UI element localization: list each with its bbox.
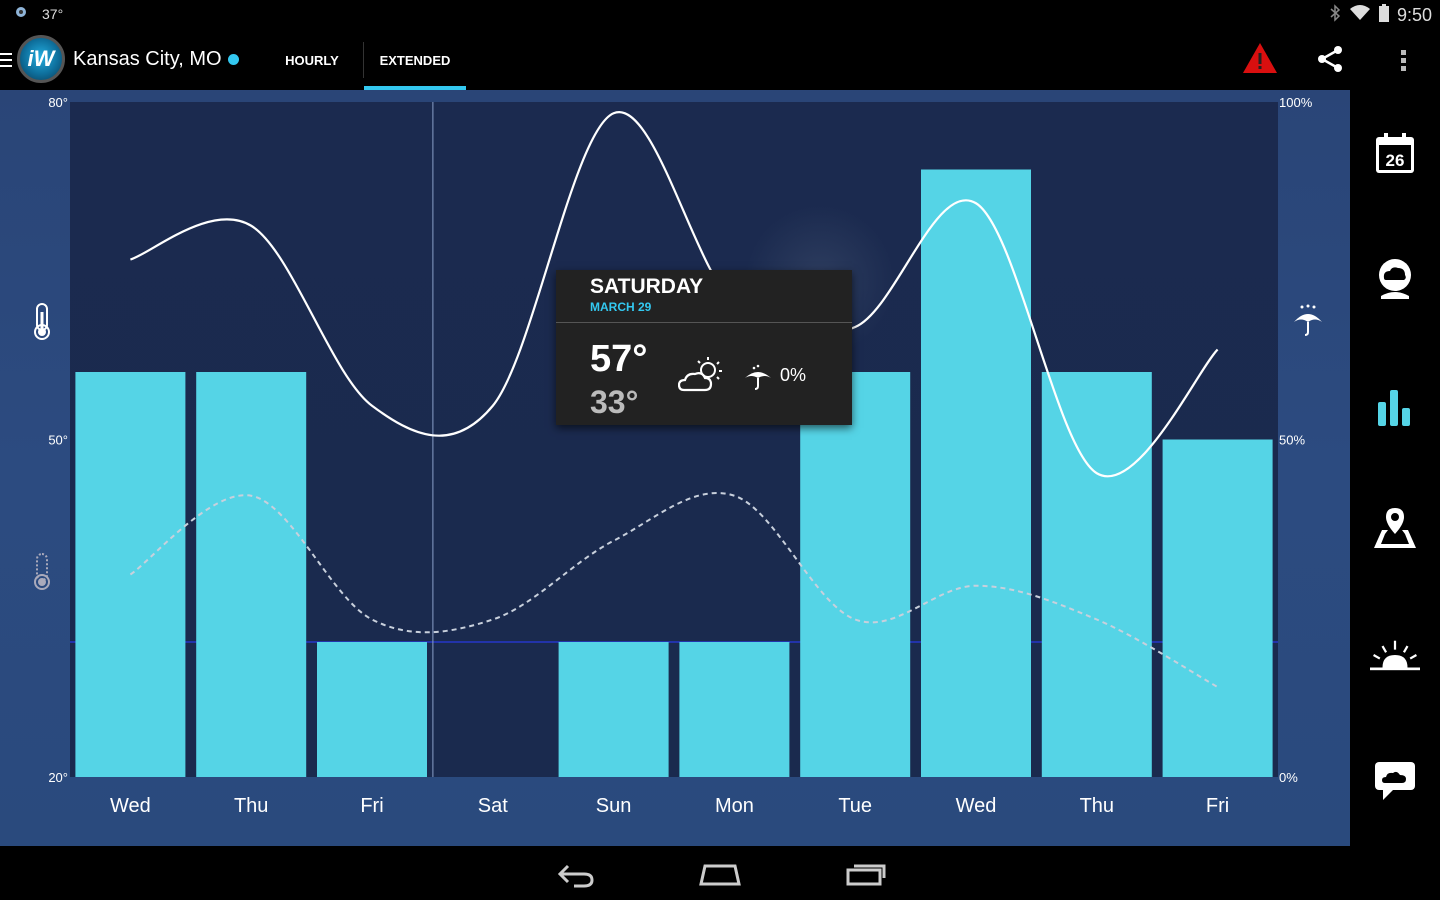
home-icon (699, 864, 741, 886)
popup-precip: 0% (780, 365, 807, 385)
day-label[interactable]: Thu (234, 795, 268, 817)
chat-cloud-icon (1375, 762, 1415, 800)
low-temp-thermometer-icon (34, 553, 50, 590)
feedback-button[interactable] (1370, 755, 1420, 805)
graph-button[interactable] (1370, 382, 1420, 432)
high-temp-thermometer-icon (34, 303, 50, 340)
location-status-dot (227, 54, 239, 65)
map-button[interactable] (1370, 503, 1420, 553)
tab-hourly[interactable]: HOURLY (262, 30, 362, 90)
day-label[interactable]: Tue (838, 795, 872, 817)
precip-bar[interactable] (679, 642, 790, 777)
precip-icon (744, 364, 772, 395)
precip-bar[interactable] (1041, 372, 1152, 777)
day-label[interactable]: Thu (1080, 795, 1114, 817)
overflow-menu-icon[interactable] (1397, 46, 1409, 74)
precip-axis-label: 100% (1279, 95, 1313, 110)
weather-globe-button[interactable] (1370, 253, 1420, 303)
back-icon (557, 864, 594, 888)
status-bar: 37° 9:50 (0, 0, 1440, 30)
chart-svg: 80° 50° 20° 100% 50% 0% Wed Thu Fri Sat Sun Mon Tue… (34, 95, 1322, 817)
tab-extended-label: EXTENDED (379, 52, 451, 68)
menu-icon[interactable] (0, 53, 12, 67)
system-nav-bar (0, 846, 1440, 900)
day-label[interactable]: Fri (360, 795, 383, 817)
precip-bar[interactable] (800, 372, 911, 777)
popup-header: SATURDAY MARCH 29 (556, 270, 852, 323)
map-icon (1374, 508, 1416, 548)
share-icon[interactable] (1316, 44, 1346, 74)
recents-icon (846, 864, 886, 886)
calendar-day: 26 (1386, 151, 1405, 170)
weather-notification-icon (14, 5, 28, 22)
day-label[interactable]: Sat (478, 795, 508, 817)
day-label[interactable]: Wed (956, 795, 997, 817)
status-time: 9:50 (1396, 5, 1432, 25)
sunrise-button[interactable] (1370, 630, 1420, 680)
wifi-icon (1349, 4, 1371, 27)
calendar-button[interactable]: 26 (1370, 128, 1420, 178)
side-nav: 26 (1350, 90, 1440, 846)
precip-bar[interactable] (921, 169, 1031, 778)
day-label[interactable]: Mon (715, 795, 754, 817)
partly-cloudy-icon (677, 356, 726, 399)
weather-globe-icon (1379, 259, 1411, 299)
calendar-icon: 26 (1376, 133, 1414, 173)
app-bar: iW Kansas City, MO HOURLY EXTENDED (0, 30, 1440, 92)
day-detail-popup[interactable]: SATURDAY MARCH 29 57° 33° 0% (556, 270, 852, 425)
popup-high-temp: 57° (590, 338, 648, 380)
location-name: Kansas City, MO (73, 48, 222, 70)
extended-forecast-chart[interactable]: 80° 50° 20° 100% 50% 0% Wed Thu Fri Sat Sun Mon Tue… (0, 90, 1350, 846)
popup-low-temp: 33° (590, 384, 639, 420)
location-selector[interactable]: Kansas City, MO (73, 48, 239, 71)
sunrise-icon (1370, 640, 1420, 671)
precip-bar[interactable] (558, 642, 669, 777)
precip-axis-label: 0% (1279, 770, 1298, 785)
day-label[interactable]: Fri (1206, 795, 1229, 817)
app-logo-text: iW (27, 46, 55, 71)
tab-hourly-label: HOURLY (285, 52, 339, 68)
day-label[interactable]: Sun (596, 795, 632, 817)
precip-axis-label: 50% (1279, 433, 1305, 448)
popup-date: MARCH 29 (590, 300, 652, 314)
precip-bar[interactable] (196, 372, 307, 777)
day-label[interactable]: Wed (110, 795, 151, 817)
temp-axis-label: 80° (48, 95, 68, 110)
battery-icon (1378, 4, 1389, 27)
precip-bar[interactable] (317, 642, 427, 777)
bluetooth-icon (1329, 4, 1341, 27)
tab-extended[interactable]: EXTENDED (364, 30, 466, 92)
home-button[interactable] (697, 858, 743, 893)
precip-umbrella-icon (1294, 304, 1322, 336)
recents-button[interactable] (844, 858, 888, 893)
temp-axis-label: 20° (48, 770, 68, 785)
popup-day: SATURDAY (590, 275, 704, 298)
back-button[interactable] (556, 858, 596, 893)
precip-bar[interactable] (1162, 439, 1273, 778)
app-logo[interactable]: iW (17, 35, 65, 83)
temp-axis-label: 50° (48, 433, 68, 448)
bar-chart-icon (1378, 390, 1410, 426)
alert-icon[interactable] (1242, 42, 1278, 74)
status-temp: 37° (42, 5, 64, 22)
